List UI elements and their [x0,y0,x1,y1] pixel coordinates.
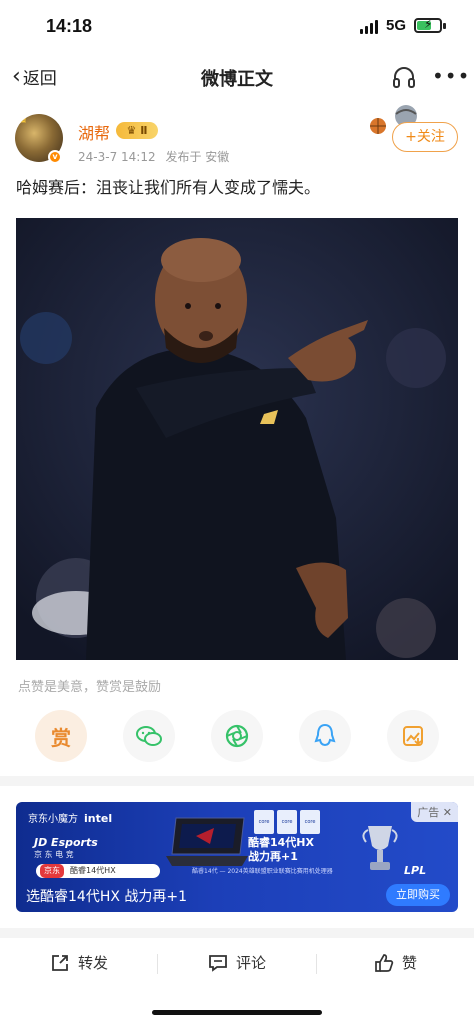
laptop-image [166,817,248,866]
ad-brand-label: 京东小魔方 [28,814,78,825]
ad-search-text: 酷睿14代HX [70,866,116,875]
headphone-icon[interactable] [392,66,416,88]
repost-button[interactable]: 转发 [50,952,108,973]
verified-badge-icon: v [48,150,62,164]
cpu-box-icon: core [254,810,274,834]
network-type: 5G [386,17,407,34]
vip-badge: ♛ Ⅱ [116,122,158,139]
like-label: 赞 [402,954,418,972]
cpu-box-icon: core [277,810,297,834]
post-header: ♛ v 湖帮 ♛ Ⅱ 24-3-7 14:12 发布于 安徽 +关注 [0,100,474,172]
status-bar: 14:18 5G ⚡ [0,0,474,52]
ad-headline: 选酷睿14代HX 战力再+1 [26,889,188,905]
ad-jd-esports: JD Esports 京 东 电 竞 [34,836,98,860]
home-indicator [152,1010,322,1015]
like-hint: 点赞是美意，赞赏是鼓励 [18,680,162,695]
bar-separator [316,954,317,974]
cpu-boxes: core core core [254,810,320,834]
post-location: 发布于 安徽 [165,150,230,164]
repost-icon [52,954,68,971]
battery-icon: ⚡ [414,17,442,33]
comment-icon [209,954,227,972]
ad-jd-title: JD Esports [34,836,98,849]
repost-label: 转发 [78,954,109,972]
moments-icon [225,724,249,748]
ad-brand: 京东小魔方 intel [28,810,112,825]
ad-tag[interactable]: 广告 ✕ [411,802,458,822]
wechat-share-button[interactable] [123,710,175,762]
comment-label: 评论 [236,954,267,972]
ad-search-jd: 京东 [40,864,64,878]
reward-button[interactable]: 赏 [35,710,87,762]
buy-now-button[interactable]: 立即购买 [386,884,450,906]
battery-cap [443,23,446,29]
wechat-icon [136,726,162,746]
share-actions: 赏 [0,706,474,766]
bar-separator [157,954,158,974]
ad-brand-intel: intel [84,812,113,825]
comment-button[interactable]: 评论 [208,952,266,973]
save-image-icon [403,726,423,746]
more-icon[interactable]: ••• [432,64,470,88]
like-button[interactable]: 赞 [374,952,417,973]
post-image[interactable] [16,218,458,660]
cpu-box-icon: core [300,810,320,834]
post-text: 哈姆赛后：沮丧让我们所有人变成了懦夫。 [16,178,321,197]
qq-share-button[interactable] [299,710,351,762]
ad-search-bar: 京东 酷睿14代HX [36,864,160,878]
section-divider [0,928,474,938]
status-time: 14:18 [46,16,93,36]
crown-icon: ♛ [17,114,29,127]
ad-hx-line1: 酷睿14代HX [248,836,314,849]
post-meta: 24-3-7 14:12 发布于 安徽 [78,148,235,165]
author-name[interactable]: 湖帮 [78,120,110,144]
ad-hx-line2: 战力再+1 [248,850,298,863]
signal-icon [360,20,378,34]
coach-photo [16,218,458,660]
reward-label: 赏 [51,725,71,750]
moments-share-button[interactable] [211,710,263,762]
bottom-action-bar: 转发 评论 赞 [0,938,474,990]
ad-banner[interactable]: 广告 ✕ 京东小魔方 intel JD Esports 京 东 电 竞 京东 酷睿14… [16,802,458,912]
nav-bar: ‹ 返回 微博正文 ••• [0,52,474,100]
vip-level: Ⅱ [140,124,148,137]
trophy-icon [362,826,398,870]
ad-lpl-logo: LPL [404,864,427,877]
ad-tag-label: 广告 [417,806,440,819]
follow-button[interactable]: +关注 [392,122,458,152]
ad-jd-sub: 京 东 电 竞 [34,850,74,859]
ad-hx-text: 酷睿14代HX 战力再+1 [248,836,314,864]
thumbs-up-icon [375,953,394,972]
ad-subtext: 酷睿14代 — 2024英雄联盟职业联赛比赛用机处理器 [192,868,333,875]
section-divider [0,776,474,786]
save-image-button[interactable] [387,710,439,762]
qq-icon [314,723,336,747]
post-date: 24-3-7 14:12 [78,150,156,164]
